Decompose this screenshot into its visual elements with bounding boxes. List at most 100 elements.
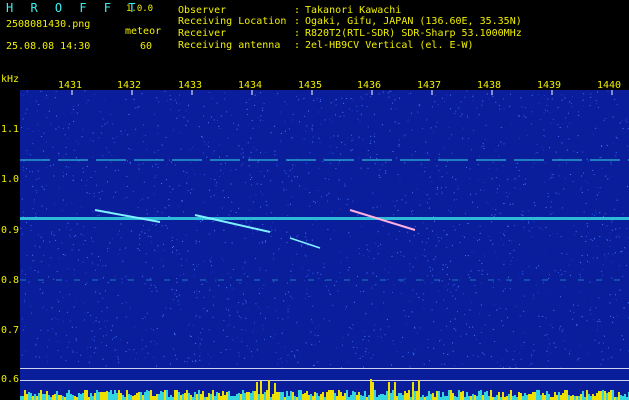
- noise-dot: [561, 273, 563, 275]
- noise-dot: [102, 335, 104, 337]
- noise-dot: [50, 123, 52, 125]
- noise-dot: [531, 362, 533, 364]
- noise-dot: [223, 92, 225, 94]
- noise-dot: [68, 293, 70, 295]
- noise-dot: [329, 292, 330, 294]
- noise-dot: [366, 244, 368, 246]
- activity-bar: [608, 392, 610, 400]
- noise-dot: [443, 344, 445, 346]
- noise-dot: [575, 231, 577, 233]
- noise-dot: [551, 173, 553, 175]
- noise-dot: [131, 170, 133, 172]
- noise-dot: [48, 339, 50, 341]
- noise-dot: [74, 150, 76, 151]
- activity-bar: [116, 393, 118, 400]
- noise-dot: [317, 190, 319, 191]
- noise-dot: [507, 317, 508, 319]
- noise-dot: [216, 182, 218, 184]
- noise-dot: [147, 252, 149, 254]
- noise-dot: [162, 315, 164, 317]
- noise-dot: [195, 318, 197, 320]
- noise-dot: [231, 242, 233, 244]
- noise-dot: [166, 100, 168, 102]
- noise-dot: [518, 169, 520, 171]
- noise-dot: [124, 185, 126, 187]
- antenna-key: Receiving antenna: [178, 40, 281, 51]
- noise-dot: [398, 97, 400, 99]
- noise-dot: [256, 183, 258, 185]
- noise-dot: [482, 143, 484, 145]
- noise-dot: [97, 301, 99, 303]
- noise-dot: [156, 224, 158, 226]
- noise-dot: [229, 287, 231, 289]
- noise-dot: [246, 108, 248, 110]
- noise-dot: [578, 115, 580, 116]
- noise-dot: [508, 204, 510, 206]
- noise-dot: [436, 188, 438, 190]
- noise-dot: [532, 361, 534, 363]
- noise-dot: [134, 107, 136, 109]
- noise-dot: [247, 363, 249, 365]
- noise-dot: [470, 270, 472, 272]
- noise-dot: [490, 239, 492, 241]
- noise-dot: [398, 139, 400, 141]
- noise-dot: [113, 270, 115, 272]
- noise-dot: [441, 280, 443, 282]
- noise-dot: [413, 354, 414, 356]
- noise-dot: [463, 236, 464, 238]
- noise-dot: [188, 103, 190, 105]
- noise-dot: [477, 355, 479, 357]
- noise-dot: [590, 302, 592, 304]
- noise-dot: [543, 282, 544, 284]
- activity-bar: [328, 390, 330, 400]
- noise-dot: [383, 93, 385, 95]
- noise-dot: [233, 326, 235, 328]
- noise-dot: [162, 265, 164, 267]
- noise-dot: [533, 350, 535, 352]
- noise-dot: [75, 326, 77, 328]
- noise-dot: [192, 360, 193, 362]
- noise-dot: [327, 200, 329, 202]
- noise-dot: [537, 292, 539, 294]
- noise-dot: [115, 191, 117, 193]
- noise-dot: [609, 302, 611, 304]
- noise-dot: [617, 166, 619, 168]
- noise-dot: [288, 305, 290, 307]
- noise-dot: [509, 288, 511, 290]
- noise-dot: [172, 188, 174, 190]
- noise-dot: [313, 99, 315, 101]
- noise-dot: [405, 202, 407, 204]
- noise-dot: [619, 258, 621, 260]
- noise-dot: [270, 212, 272, 214]
- noise-dot: [344, 185, 346, 187]
- noise-dot: [329, 153, 331, 155]
- noise-dot: [58, 152, 60, 154]
- noise-dot: [576, 325, 578, 326]
- noise-dot: [598, 319, 600, 321]
- noise-dot: [203, 115, 204, 117]
- activity-bar: [604, 391, 606, 400]
- noise-dot: [477, 178, 479, 180]
- noise-dot: [418, 104, 420, 106]
- noise-dot: [281, 332, 283, 334]
- activity-bar: [354, 392, 356, 400]
- noise-dot: [149, 278, 151, 279]
- noise-dot: [525, 178, 527, 180]
- noise-dot: [180, 114, 182, 116]
- noise-dot: [154, 285, 156, 286]
- noise-dot: [60, 231, 62, 233]
- noise-dot: [58, 126, 60, 128]
- noise-dot: [138, 164, 140, 166]
- noise-dot: [546, 366, 548, 368]
- noise-dot: [402, 336, 403, 338]
- noise-dot: [287, 236, 289, 238]
- noise-dot: [73, 306, 75, 308]
- noise-dot: [496, 168, 498, 170]
- noise-dot: [195, 342, 197, 344]
- noise-dot: [169, 215, 171, 217]
- noise-dot: [297, 320, 299, 322]
- activity-bar: [54, 394, 56, 400]
- noise-dot: [292, 114, 294, 116]
- noise-dot: [511, 124, 513, 126]
- noise-dot: [523, 332, 525, 334]
